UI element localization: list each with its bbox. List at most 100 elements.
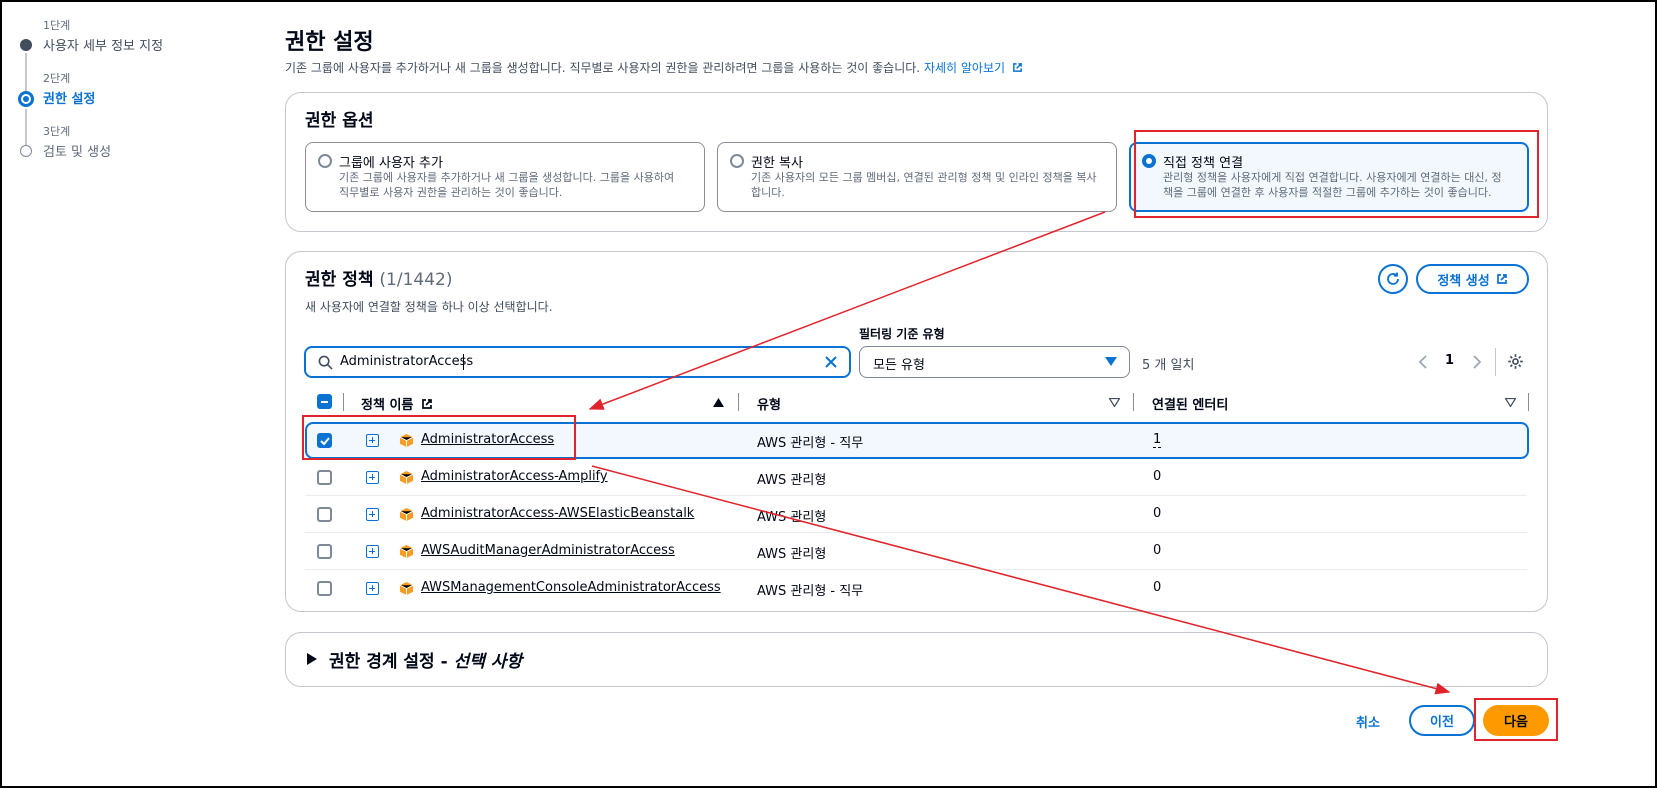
step-2-current-icon [18,91,34,107]
column-header-label: 정책 이름 [361,398,414,413]
chevron-right-icon[interactable] [1472,354,1482,370]
step-3-label: 검토 및 생성 [43,145,112,160]
attached-entities-count: 0 [1153,506,1162,521]
step-connector [25,109,27,145]
row-checkbox[interactable] [317,470,332,485]
permissions-boundary-title[interactable]: 권한 경계 설정 - 선택 사항 [329,647,522,672]
option-title: 권한 복사 [751,156,803,171]
policies-title: 권한 정책 (1/1442) [305,265,452,290]
aws-managed-policy-icon [399,581,414,596]
step-connector [25,53,27,93]
expand-row-icon[interactable] [366,545,379,558]
attached-entities-count: 0 [1153,543,1162,558]
step-1-completed-icon [20,39,32,51]
policy-name-link[interactable]: AWSManagementConsoleAdministratorAccess [421,580,721,595]
row-divider [305,532,1527,533]
learn-more-link[interactable]: 자세히 알아보기 [924,61,1023,75]
column-header-type[interactable]: 유형 [757,394,781,413]
radio-add-to-group[interactable] [318,154,332,168]
annotation-highlight-box [1474,698,1558,741]
option-description: 기존 그룹에 사용자를 추가하거나 새 그룹을 생성합니다. 그룹을 사용하여 [339,171,675,184]
step-2-label: 권한 설정 [43,92,96,107]
policy-type: AWS 관리형 - 직무 [757,584,864,599]
column-separator [343,393,344,411]
sort-icon[interactable] [1109,398,1120,407]
refresh-icon [1387,272,1399,285]
policy-type: AWS 관리형 - 직무 [757,436,864,451]
step-3-upcoming-icon [20,145,32,157]
previous-label: 이전 [1430,715,1454,730]
policy-search-input[interactable]: AdministratorAccess [304,346,851,378]
external-link-icon [1496,274,1507,284]
clear-search-icon[interactable] [824,355,838,369]
aws-managed-policy-icon [399,470,414,485]
radio-copy-permissions[interactable] [730,154,744,168]
annotation-highlight-box [1134,130,1539,218]
row-checkbox[interactable] [317,507,332,522]
select-all-checkbox[interactable] [317,394,332,409]
page-title: 권한 설정 [285,30,374,55]
column-separator [1528,393,1529,411]
create-policy-label: 정책 생성 [1437,273,1490,289]
option-copy-permissions[interactable]: 권한 복사 기존 사용자의 모든 그룹 멤버십, 연결된 관리형 정책 및 인라… [717,142,1117,212]
step-1-label[interactable]: 사용자 세부 정보 지정 [43,35,163,54]
attached-entities-count: 0 [1153,580,1162,595]
learn-more-label: 자세히 알아보기 [923,61,1006,75]
column-header-policy-name[interactable]: 정책 이름 [361,394,433,413]
annotation-highlight-box [302,415,576,460]
aws-managed-policy-icon [399,507,414,522]
create-policy-button[interactable]: 정책 생성 [1416,264,1529,294]
aws-managed-policy-icon [399,544,414,559]
sort-ascending-icon[interactable] [713,398,724,407]
refresh-button[interactable] [1378,264,1408,294]
option-description: 기존 사용자의 모든 그룹 멤버십, 연결된 관리형 정책 및 인라인 정책을 … [751,171,1097,184]
policy-name-link[interactable]: AdministratorAccess-Amplify [421,469,608,484]
row-checkbox[interactable] [317,544,332,559]
policies-description: 새 사용자에 연결할 정책을 하나 이상 선택합니다. [305,300,553,314]
search-value: AdministratorAccess [340,354,474,369]
caret-right-icon[interactable] [307,653,317,665]
type-filter-select[interactable]: 모든 유형 [859,346,1130,378]
policy-name-link[interactable]: AWSAuditManagerAdministratorAccess [421,543,675,558]
policy-type: AWS 관리형 [757,473,827,488]
boundary-optional-text: 선택 사항 [453,652,523,672]
policies-count: (1/1442) [379,270,453,290]
settings-gear-icon[interactable] [1507,353,1524,370]
column-separator [1133,393,1134,411]
column-header-attached-entities[interactable]: 연결된 엔터티 [1152,394,1228,413]
policy-type: AWS 관리형 [757,510,827,525]
option-add-to-group[interactable]: 그룹에 사용자 추가 기존 그룹에 사용자를 추가하거나 새 그룹을 생성합니다… [305,142,705,212]
row-divider [305,569,1527,570]
previous-button[interactable]: 이전 [1409,705,1475,736]
external-link-icon [1012,63,1022,72]
option-description: 합니다. [751,186,785,199]
step-3-number: 3단계 [43,125,71,138]
policy-type: AWS 관리형 [757,547,827,562]
match-count: 5 개 일치 [1142,358,1195,373]
external-link-icon [422,399,432,409]
page-number[interactable]: 1 [1445,353,1454,368]
page-description-text: 기존 그룹에 사용자를 추가하거나 새 그룹을 생성합니다. 직무별로 사용자의… [285,61,921,75]
option-description: 직무별로 사용자 권한을 관리하는 것이 좋습니다. [339,186,563,199]
type-filter-value: 모든 유형 [873,358,925,373]
permission-options-title: 권한 옵션 [305,111,374,131]
text-cursor [463,354,464,370]
chevron-left-icon[interactable] [1418,354,1428,370]
expand-row-icon[interactable] [366,508,379,521]
step-1-number: 1단계 [43,19,71,32]
policies-title-text: 권한 정책 [305,270,374,290]
page-description: 기존 그룹에 사용자를 추가하거나 새 그룹을 생성합니다. 직무별로 사용자의… [285,59,1023,76]
attached-entities-count[interactable]: 1 [1153,432,1162,448]
boundary-title-text: 권한 경계 설정 - [329,652,454,672]
option-title: 그룹에 사용자 추가 [339,156,443,171]
row-checkbox[interactable] [317,581,332,596]
caret-down-icon [1105,357,1117,366]
expand-row-icon[interactable] [366,471,379,484]
attached-entities-count: 0 [1153,469,1162,484]
pagination-divider [1495,348,1496,376]
policy-name-link[interactable]: AdministratorAccess-AWSElasticBeanstalk [421,506,694,521]
cancel-button[interactable]: 취소 [1356,712,1380,731]
step-2-number: 2단계 [43,72,71,85]
expand-row-icon[interactable] [366,582,379,595]
sort-icon[interactable] [1505,398,1516,407]
